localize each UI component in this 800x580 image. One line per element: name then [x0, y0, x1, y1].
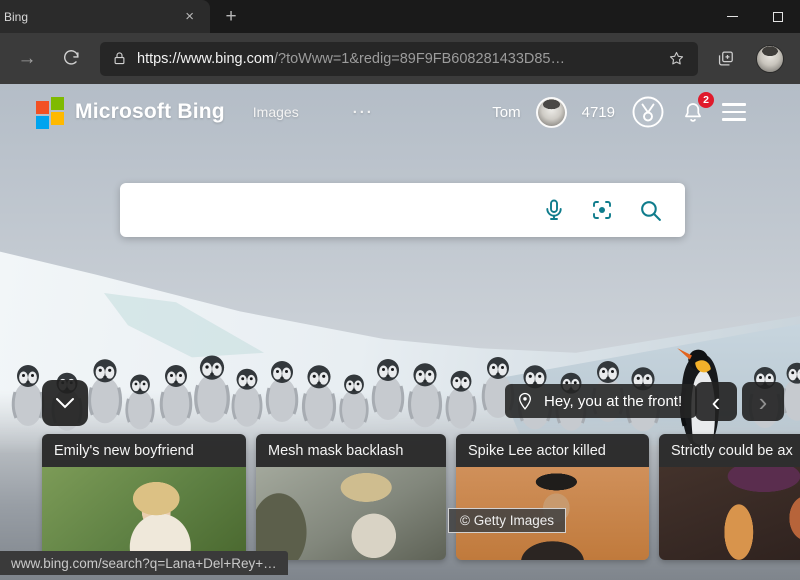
rewards-medal-icon — [630, 94, 666, 130]
brand-wordmark: Microsoft Bing — [75, 100, 225, 124]
chevron-down-icon — [54, 396, 76, 410]
maximize-button[interactable] — [755, 0, 800, 33]
carousel-prev-button[interactable]: ‹ — [695, 382, 737, 421]
lock-icon — [112, 51, 127, 66]
news-card[interactable]: Mesh mask backlash — [256, 434, 446, 560]
favorite-button[interactable] — [663, 45, 690, 72]
location-pin-icon — [517, 392, 533, 411]
refresh-icon — [62, 49, 81, 68]
tab-strip: Bing × + — [0, 0, 800, 33]
news-card-title: Mesh mask backlash — [256, 434, 446, 467]
collections-button[interactable] — [708, 42, 742, 76]
browser-profile-avatar[interactable] — [756, 45, 784, 73]
new-tab-button[interactable]: + — [218, 5, 244, 29]
user-avatar[interactable] — [536, 97, 567, 128]
user-cluster: Tom 4719 2 — [492, 94, 748, 130]
bing-homepage: Microsoft Bing Images ··· Tom 4719 2 — [0, 84, 800, 580]
collections-icon — [716, 49, 735, 68]
search-icon — [638, 198, 663, 223]
search-button[interactable] — [634, 194, 667, 227]
microsoft-bing-logo[interactable]: Microsoft Bing — [36, 97, 225, 128]
nav-images-link[interactable]: Images — [253, 104, 299, 120]
url-query: /?toWww=1&redig=89F9FB608281433D85… — [274, 51, 565, 67]
carousel-next-button[interactable]: › — [742, 382, 784, 421]
hero-caption-text: Hey, you at the front! — [544, 393, 682, 410]
news-card[interactable]: Emily's new boyfriend — [42, 434, 246, 560]
hero-caption-hotspot[interactable]: Hey, you at the front! — [505, 384, 697, 418]
news-card[interactable]: Spike Lee actor killed — [456, 434, 649, 560]
hamburger-icon — [722, 103, 746, 106]
ms-square-red — [36, 101, 49, 114]
rewards-points[interactable]: 4719 — [582, 104, 615, 121]
collapse-carousel-button[interactable] — [42, 380, 88, 426]
maximize-icon — [773, 12, 783, 22]
refresh-button[interactable] — [54, 42, 88, 76]
ms-square-yellow — [51, 112, 64, 125]
image-credit-badge: © Getty Images — [448, 508, 566, 533]
news-card[interactable]: Strictly could be ax — [659, 434, 800, 560]
tab-close-button[interactable]: × — [179, 7, 200, 26]
visual-search-icon — [590, 198, 614, 222]
news-cards-carousel: Emily's new boyfriend Mesh mask backlash… — [42, 434, 800, 560]
notification-badge: 2 — [698, 92, 714, 108]
news-card-image — [256, 467, 446, 560]
microphone-icon — [542, 198, 566, 222]
ms-square-green — [51, 97, 64, 110]
browser-toolbar: → https://www.bing.com/?toWww=1&redig=89… — [0, 33, 800, 84]
news-card-title: Strictly could be ax — [659, 434, 800, 467]
tab-title: Bing — [4, 10, 179, 24]
microsoft-logo-icon — [36, 97, 64, 128]
rewards-button[interactable] — [630, 94, 666, 130]
news-card-title: Spike Lee actor killed — [456, 434, 649, 467]
user-name[interactable]: Tom — [492, 104, 520, 121]
news-card-title: Emily's new boyfriend — [42, 434, 246, 467]
status-bar-link: www.bing.com/search?q=Lana+Del+Rey+… — [0, 551, 288, 575]
search-box — [120, 183, 685, 237]
notifications-button[interactable]: 2 — [681, 100, 705, 124]
minimize-button[interactable] — [710, 0, 755, 33]
voice-search-button[interactable] — [538, 194, 570, 226]
ms-square-blue — [36, 116, 49, 129]
bing-header: Microsoft Bing Images ··· Tom 4719 2 — [36, 94, 748, 130]
window-controls — [710, 0, 800, 33]
hamburger-menu-button[interactable] — [720, 99, 748, 125]
news-card-image — [659, 467, 800, 560]
news-card-image — [42, 467, 246, 560]
nav-more-menu[interactable]: ··· — [353, 104, 374, 121]
visual-search-button[interactable] — [586, 194, 618, 226]
browser-tab[interactable]: Bing × — [0, 0, 210, 33]
url-text: https://www.bing.com/?toWww=1&redig=89F9… — [137, 51, 663, 67]
star-icon — [668, 50, 685, 67]
address-bar[interactable]: https://www.bing.com/?toWww=1&redig=89F9… — [100, 42, 698, 76]
search-input[interactable] — [140, 183, 522, 237]
forward-button[interactable]: → — [10, 42, 44, 76]
url-host: https://www.bing.com — [137, 51, 274, 67]
minimize-icon — [727, 16, 738, 17]
